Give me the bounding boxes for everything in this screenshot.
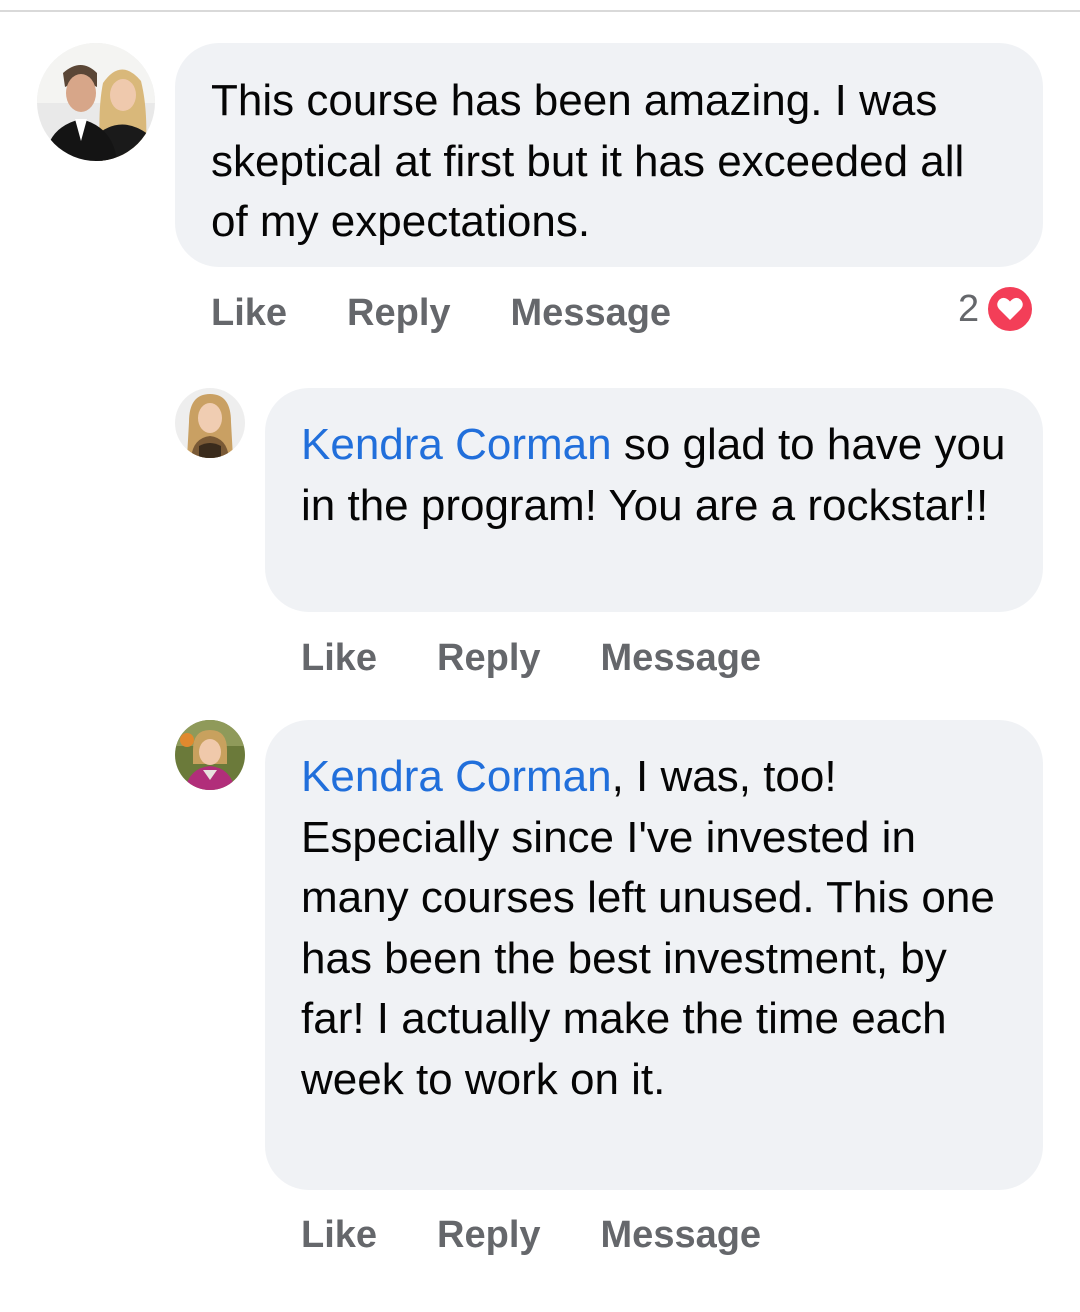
reaction-count: 2 <box>958 287 980 330</box>
reply-button[interactable]: Reply <box>437 637 540 680</box>
like-button[interactable]: Like <box>211 292 287 335</box>
mention-link[interactable]: Kendra Corman <box>301 420 612 469</box>
comment-thread: This course has been amazing. I was skep… <box>0 0 1080 1312</box>
comment-actions: Like Reply Message <box>211 283 731 343</box>
reaction-summary[interactable]: 2 <box>958 284 1036 334</box>
reply-button[interactable]: Reply <box>347 292 450 335</box>
message-button[interactable]: Message <box>601 637 762 680</box>
reply-button[interactable]: Reply <box>437 1214 540 1257</box>
comment-text: , I was, too! Especially since I've inve… <box>301 752 995 1104</box>
comment-bubble: Kendra Corman so glad to have you in the… <box>265 388 1043 612</box>
top-divider <box>0 10 1080 12</box>
mention-link[interactable]: Kendra Corman <box>301 752 612 801</box>
message-button[interactable]: Message <box>511 292 672 335</box>
avatar-photo-couple <box>37 43 155 161</box>
like-button[interactable]: Like <box>301 637 377 680</box>
avatar[interactable] <box>37 43 155 161</box>
avatar-photo-woman-magenta <box>175 720 245 790</box>
avatar-photo-woman-blonde <box>175 388 245 458</box>
avatar[interactable] <box>175 720 245 790</box>
avatar[interactable] <box>175 388 245 458</box>
heart-icon <box>985 284 1036 334</box>
comment-bubble: Kendra Corman, I was, too! Especially si… <box>265 720 1043 1190</box>
comment-actions: Like Reply Message <box>301 628 821 688</box>
comment-bubble: This course has been amazing. I was skep… <box>175 43 1043 267</box>
like-button[interactable]: Like <box>301 1214 377 1257</box>
message-button[interactable]: Message <box>601 1214 762 1257</box>
comment-actions: Like Reply Message <box>301 1205 821 1265</box>
comment-text: This course has been amazing. I was skep… <box>211 76 965 246</box>
